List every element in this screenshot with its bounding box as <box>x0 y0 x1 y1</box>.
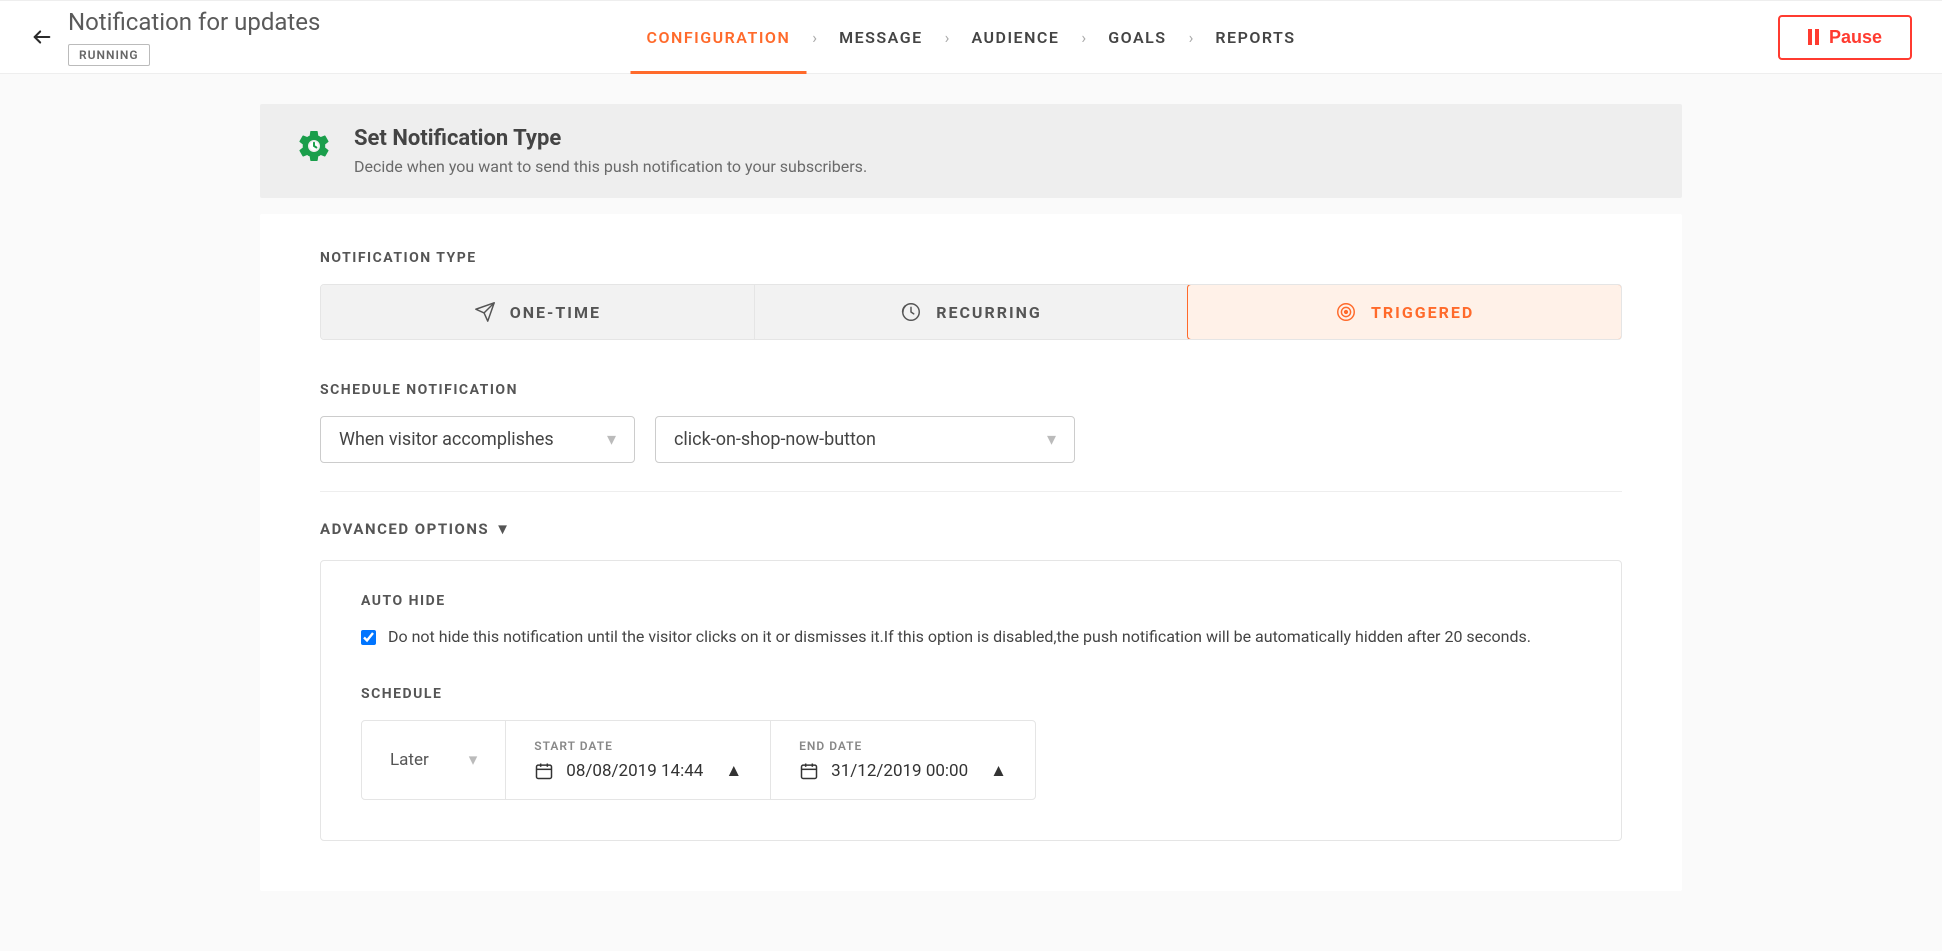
section-header: Set Notification Type Decide when you wa… <box>260 104 1682 198</box>
recurring-icon <box>900 301 922 323</box>
chevron-right-icon: › <box>1075 28 1092 47</box>
type-label: RECURRING <box>936 303 1042 322</box>
schedule-when-value: Later <box>390 750 429 770</box>
section-heading: Set Notification Type <box>354 126 867 151</box>
caret-down-icon: ▾ <box>607 429 616 450</box>
type-label: ONE-TIME <box>510 303 601 322</box>
end-date-label: END DATE <box>799 739 1007 753</box>
caret-down-icon: ▾ <box>1047 429 1056 450</box>
auto-hide-text: Do not hide this notification until the … <box>388 627 1531 646</box>
start-date-value: 08/08/2019 14:44 <box>566 761 703 781</box>
content: Set Notification Type Decide when you wa… <box>240 104 1702 951</box>
page-title: Notification for updates <box>68 8 320 36</box>
tab-goals[interactable]: GOALS <box>1092 1 1182 73</box>
paper-plane-icon <box>474 301 496 323</box>
section-sub: Decide when you want to send this push n… <box>354 157 867 176</box>
tab-reports[interactable]: REPORTS <box>1199 1 1311 73</box>
tab-audience[interactable]: AUDIENCE <box>955 1 1075 73</box>
caret-down-icon: ▼ <box>495 520 511 538</box>
type-one-time[interactable]: ONE-TIME <box>321 285 755 339</box>
auto-hide-checkbox[interactable] <box>361 630 376 645</box>
tab-message[interactable]: MESSAGE <box>823 1 939 73</box>
notification-type-tabs: ONE-TIME RECURRING TRIGGERED <box>320 284 1622 340</box>
caret-down-icon: ▾ <box>469 750 478 770</box>
target-icon <box>1335 301 1357 323</box>
stepper-tabs: CONFIGURATION › MESSAGE › AUDIENCE › GOA… <box>631 1 1312 73</box>
schedule-when-select[interactable]: Later ▾ <box>362 721 506 799</box>
schedule-label: SCHEDULE <box>361 686 1581 702</box>
advanced-options-label: ADVANCED OPTIONS <box>320 520 489 538</box>
pause-button[interactable]: Pause <box>1778 15 1912 60</box>
back-arrow-icon[interactable] <box>30 25 54 49</box>
chevron-right-icon: › <box>1183 28 1200 47</box>
caret-up-icon: ▲ <box>990 761 1007 781</box>
gear-clock-icon <box>296 128 332 168</box>
type-recurring[interactable]: RECURRING <box>755 285 1189 339</box>
type-triggered[interactable]: TRIGGERED <box>1187 284 1622 340</box>
event-select[interactable]: click-on-shop-now-button ▾ <box>655 416 1075 463</box>
calendar-icon <box>534 761 554 781</box>
topbar: Notification for updates RUNNING CONFIGU… <box>0 0 1942 74</box>
caret-up-icon: ▲ <box>725 761 742 781</box>
auto-hide-label: AUTO HIDE <box>361 593 1581 609</box>
calendar-icon <box>799 761 819 781</box>
status-badge: RUNNING <box>68 44 150 66</box>
schedule-selects: When visitor accomplishes ▾ click-on-sho… <box>320 416 1622 463</box>
end-date-col[interactable]: END DATE 31/12/2019 00:00 ▲ <box>771 721 1035 799</box>
event-value: click-on-shop-now-button <box>674 429 876 450</box>
advanced-options-box: AUTO HIDE Do not hide this notification … <box>320 560 1622 841</box>
end-date-value: 31/12/2019 00:00 <box>831 761 968 781</box>
start-date-label: START DATE <box>534 739 742 753</box>
title-wrap: Notification for updates RUNNING <box>68 8 320 66</box>
advanced-options-toggle[interactable]: ADVANCED OPTIONS ▼ <box>320 520 1622 538</box>
chevron-right-icon: › <box>806 28 823 47</box>
start-date-col[interactable]: START DATE 08/08/2019 14:44 ▲ <box>506 721 771 799</box>
chevron-right-icon: › <box>939 28 956 47</box>
schedule-box: Later ▾ START DATE 08/08/2019 14:44 ▲ EN… <box>361 720 1036 800</box>
config-card: NOTIFICATION TYPE ONE-TIME RECURRING TRI… <box>260 214 1682 891</box>
condition-value: When visitor accomplishes <box>339 429 554 450</box>
schedule-notification-label: SCHEDULE NOTIFICATION <box>320 382 1622 398</box>
notification-type-label: NOTIFICATION TYPE <box>320 250 1622 266</box>
pause-icon <box>1808 29 1819 45</box>
condition-select[interactable]: When visitor accomplishes ▾ <box>320 416 635 463</box>
divider <box>320 491 1622 492</box>
tab-configuration[interactable]: CONFIGURATION <box>631 1 807 73</box>
type-label: TRIGGERED <box>1371 303 1474 322</box>
pause-button-label: Pause <box>1829 27 1882 48</box>
auto-hide-checkbox-row[interactable]: Do not hide this notification until the … <box>361 627 1581 646</box>
